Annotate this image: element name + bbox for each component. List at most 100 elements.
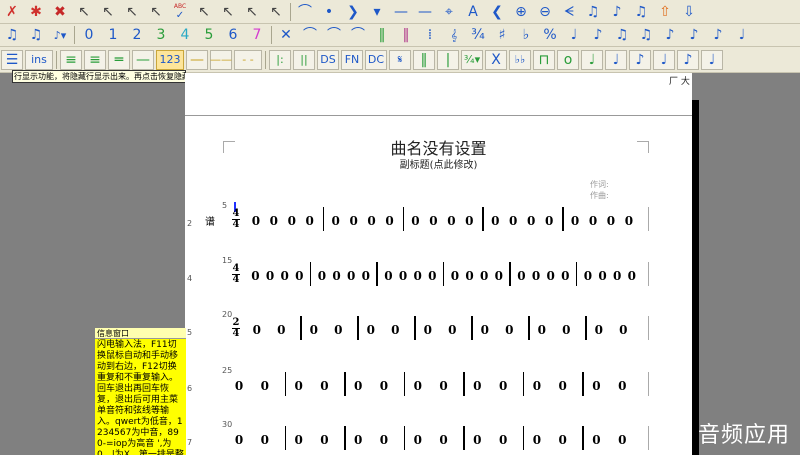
segno-icon[interactable]: 𝄋: [389, 49, 411, 70]
sharp-icon[interactable]: ♯: [491, 25, 513, 45]
note[interactable]: 0: [261, 379, 269, 393]
insert-mode-button[interactable]: ins: [25, 49, 53, 70]
note[interactable]: 0: [613, 269, 621, 283]
note[interactable]: 0: [592, 379, 600, 393]
tool-arrow-bar3-icon[interactable]: ↖: [145, 2, 167, 22]
beamed-note2-icon[interactable]: ♫: [635, 25, 657, 45]
note[interactable]: 0: [505, 323, 513, 337]
note[interactable]: 0: [618, 379, 626, 393]
tool-x-red-icon[interactable]: ✗: [1, 2, 23, 22]
note[interactable]: 0: [559, 433, 567, 447]
note[interactable]: 0: [414, 433, 422, 447]
note[interactable]: 0: [384, 269, 392, 283]
upload-page-icon[interactable]: ⇧: [654, 2, 676, 22]
note[interactable]: 0: [310, 323, 318, 337]
digit-1-button[interactable]: 1: [102, 25, 124, 45]
time-sig-icon[interactable]: ¾: [467, 25, 489, 45]
note[interactable]: 0: [424, 323, 432, 337]
tool-arrow-bar2-icon[interactable]: ↖: [121, 2, 143, 22]
repeat-dots-icon[interactable]: ⁞: [419, 25, 441, 45]
note[interactable]: 0: [429, 214, 437, 228]
note[interactable]: 0: [499, 433, 507, 447]
flat-icon[interactable]: ♭: [515, 25, 537, 45]
note-blue4-icon[interactable]: ♪: [677, 49, 699, 70]
barline-green-icon[interactable]: ‖: [413, 49, 435, 70]
note-green-icon[interactable]: ♩: [581, 49, 603, 70]
note[interactable]: 0: [561, 269, 569, 283]
note[interactable]: 0: [391, 323, 399, 337]
note[interactable]: 0: [277, 323, 285, 337]
beam-notes-icon[interactable]: ♫: [1, 25, 23, 45]
note[interactable]: 0: [473, 379, 481, 393]
time-sig-dropdown[interactable]: ¾▾: [461, 49, 483, 70]
repeat-bar-icon[interactable]: ‖: [395, 25, 417, 45]
ds-marker-button[interactable]: DS: [317, 49, 339, 70]
note[interactable]: 0: [332, 269, 340, 283]
dash-yellow3-icon[interactable]: - -: [234, 49, 262, 70]
pitch-icon[interactable]: ᗕ: [558, 2, 580, 22]
note[interactable]: 0: [331, 214, 339, 228]
double-note2-icon[interactable]: ♫: [630, 2, 652, 22]
tool-arrow-bar-icon[interactable]: ↖: [97, 2, 119, 22]
note[interactable]: 0: [618, 433, 626, 447]
ring-icon[interactable]: o: [557, 49, 579, 70]
digit-2-button[interactable]: 2: [126, 25, 148, 45]
note-blue3-icon[interactable]: ♩: [653, 49, 675, 70]
lyricist-label[interactable]: 作词:: [590, 179, 609, 190]
spell-check-icon[interactable]: ABC ✓: [169, 2, 191, 22]
note[interactable]: 0: [428, 269, 436, 283]
note[interactable]: 0: [465, 214, 473, 228]
note[interactable]: 0: [367, 323, 375, 337]
beam-notes2-icon[interactable]: ♫: [25, 25, 47, 45]
note[interactable]: 0: [380, 433, 388, 447]
note[interactable]: 0: [465, 269, 473, 283]
note[interactable]: 0: [439, 433, 447, 447]
note[interactable]: 0: [367, 214, 375, 228]
note[interactable]: 0: [411, 214, 419, 228]
note-grace2-icon[interactable]: ♩: [731, 25, 753, 45]
note-sign-icon[interactable]: ♪: [606, 2, 628, 22]
note[interactable]: 0: [235, 379, 243, 393]
double-note-icon[interactable]: ♫: [582, 2, 604, 22]
chevron-right-icon[interactable]: ❯: [342, 2, 364, 22]
treble-clef-icon[interactable]: 𝄞: [443, 25, 465, 45]
arc-note-icon[interactable]: ⌒: [347, 25, 369, 45]
dash-yellow2-icon[interactable]: ——: [210, 49, 232, 70]
note[interactable]: 0: [584, 269, 592, 283]
note[interactable]: 0: [280, 269, 288, 283]
digit-6-button[interactable]: 6: [222, 25, 244, 45]
tool-arrow-flag4-icon[interactable]: ↖: [265, 2, 287, 22]
note[interactable]: 0: [509, 214, 517, 228]
chevron-left-icon[interactable]: ❮: [486, 2, 508, 22]
note[interactable]: 0: [533, 379, 541, 393]
tie-arc-icon[interactable]: ⌒: [299, 25, 321, 45]
note-blue5-icon[interactable]: ♩: [701, 49, 723, 70]
score-page[interactable]: 厂 大 曲名没有设置 副标题(点此修改) 作词: 作曲: 52谱44000000…: [185, 73, 692, 455]
note[interactable]: 0: [318, 269, 326, 283]
line-spacing1-icon[interactable]: ≡: [60, 49, 82, 70]
tool-arrow-flag2-icon[interactable]: ↖: [217, 2, 239, 22]
tool-cross-check-icon[interactable]: ✖: [49, 2, 71, 22]
note[interactable]: 0: [545, 214, 553, 228]
note[interactable]: 0: [559, 379, 567, 393]
note[interactable]: 0: [294, 433, 302, 447]
crosshair-icon[interactable]: ⌖: [438, 2, 460, 22]
note[interactable]: 0: [261, 433, 269, 447]
add-node-icon[interactable]: ⊕: [510, 2, 532, 22]
note[interactable]: 0: [270, 214, 278, 228]
numbered-123-button[interactable]: 123: [156, 49, 184, 70]
note-acc-icon[interactable]: ♪: [683, 25, 705, 45]
time-signature[interactable]: 44: [231, 209, 241, 230]
triangle-down-icon[interactable]: ▾: [366, 2, 388, 22]
line-spacing3-icon[interactable]: ═: [108, 49, 130, 70]
note[interactable]: 0: [439, 379, 447, 393]
dc-marker-button[interactable]: DC: [365, 49, 387, 70]
composer-label[interactable]: 作曲:: [590, 190, 609, 201]
slur-icon[interactable]: ⌒: [294, 2, 316, 22]
note[interactable]: 0: [625, 214, 633, 228]
delete-x-icon[interactable]: ✕: [275, 25, 297, 45]
note[interactable]: 0: [495, 269, 503, 283]
note-grace-icon[interactable]: ♪: [707, 25, 729, 45]
note[interactable]: 0: [448, 323, 456, 337]
note[interactable]: 0: [571, 214, 579, 228]
